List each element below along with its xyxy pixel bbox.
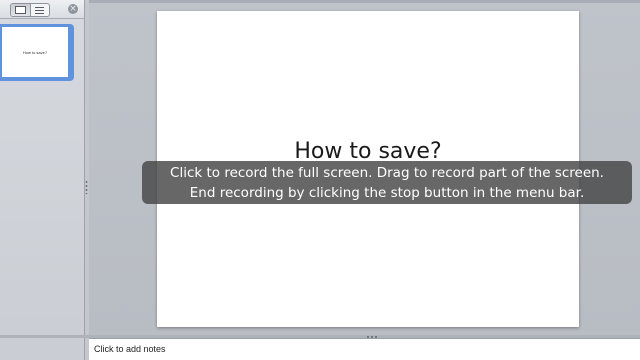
presentation-app-window: × How to save? How to save? Click to add… [0,0,640,360]
screen-recording-hint: Click to record the full screen. Drag to… [142,161,632,204]
recording-hint-line-1: Click to record the full screen. Drag to… [170,165,604,181]
outline-view-icon [35,6,45,14]
recording-hint-line-2: End recording by clicking the stop butto… [189,185,585,201]
slide-thumbnail-1[interactable]: How to save? [0,24,74,81]
close-icon[interactable]: × [68,4,78,14]
sidebar-resize-handle[interactable] [85,180,88,194]
view-mode-toggle [10,3,50,17]
sidebar-toolbar: × [0,0,84,19]
notes-placeholder: Click to add notes [94,344,166,354]
outline-view-button[interactable] [31,4,50,16]
notes-pane[interactable]: Click to add notes [89,338,640,360]
slide-navigator-sidebar: × How to save? [0,0,85,360]
slides-view-icon [14,6,26,14]
slide-thumbnail-preview: How to save? [2,27,68,77]
slide-thumbnail-title: How to save? [22,49,48,55]
canvas-top-border [89,0,640,3]
slides-view-button[interactable] [11,4,31,16]
